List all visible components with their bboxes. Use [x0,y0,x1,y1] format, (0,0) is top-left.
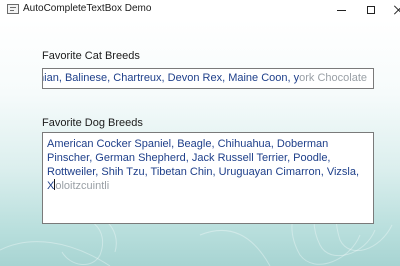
cat-breeds-text: yssinian, Balinese, Chartreux, Devon Rex… [42,72,367,84]
cat-suggestion-text: ork Chocolate [299,72,367,84]
dog-breeds-input[interactable]: American Cocker Spaniel, Beagle, Chihuah… [42,132,374,224]
close-icon [394,5,400,15]
window-title: AutoCompleteTextBox Demo [23,3,152,14]
dog-breeds-label: Favorite Dog Breeds [42,117,143,129]
dog-suggestion-text: oloitzcuintli [55,180,110,192]
minimize-icon [336,9,346,11]
cat-typed-text: yssinian, Balinese, Chartreux, Devon Rex… [42,72,300,84]
main-content: Favorite Cat Breeds yssinian, Balinese, … [0,20,400,266]
app-window: AutoCompleteTextBox Demo Favorite Cat Br… [0,0,400,266]
minimize-button[interactable] [326,0,356,20]
close-button[interactable] [384,0,400,20]
app-icon [7,4,19,14]
title-bar[interactable]: AutoCompleteTextBox Demo [0,0,400,20]
cat-breeds-input[interactable]: yssinian, Balinese, Chartreux, Devon Rex… [42,68,374,89]
dog-breeds-text: American Cocker Spaniel, Beagle, Chihuah… [47,137,369,193]
maximize-button[interactable] [356,0,386,20]
cat-breeds-label: Favorite Cat Breeds [42,50,140,62]
maximize-icon [367,6,375,14]
